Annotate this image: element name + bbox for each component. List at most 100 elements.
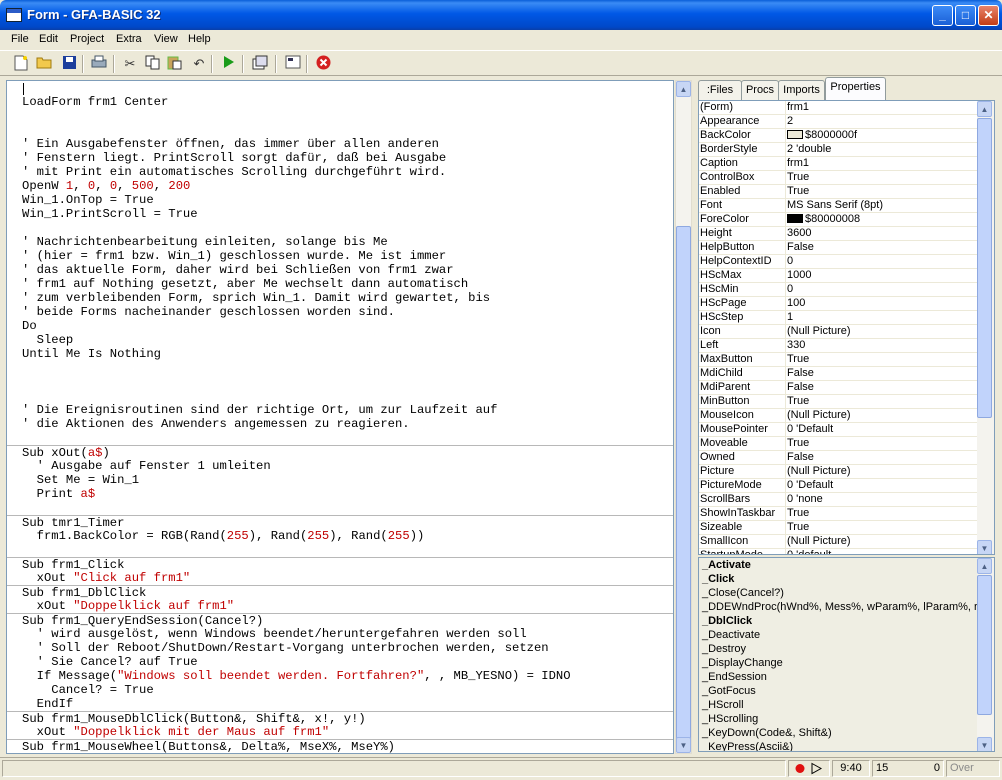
event-item[interactable]: _DblClick: [699, 614, 994, 628]
property-row[interactable]: MinButton True: [699, 395, 994, 409]
properties-scrollbar[interactable]: ▲ ▼: [977, 101, 994, 554]
property-row[interactable]: HelpContextID 0: [699, 255, 994, 269]
open-icon[interactable]: [36, 55, 54, 72]
property-value[interactable]: 0 'none: [785, 493, 975, 507]
menu-project[interactable]: Project: [70, 33, 104, 45]
property-value[interactable]: frm1: [785, 101, 975, 115]
property-row[interactable]: MdiChild False: [699, 367, 994, 381]
event-item[interactable]: _GotFocus: [699, 684, 994, 698]
property-value[interactable]: 2 'double: [785, 143, 975, 157]
property-value[interactable]: True: [785, 171, 975, 185]
property-value[interactable]: True: [785, 185, 975, 199]
event-item[interactable]: _Deactivate: [699, 628, 994, 642]
event-item[interactable]: _EndSession: [699, 670, 994, 684]
property-row[interactable]: SmallIcon (Null Picture): [699, 535, 994, 549]
property-value[interactable]: False: [785, 381, 975, 395]
property-row[interactable]: Font MS Sans Serif (8pt): [699, 199, 994, 213]
property-row[interactable]: StartupMode 0 'default: [699, 549, 994, 554]
property-value[interactable]: (Null Picture): [785, 409, 975, 423]
property-value[interactable]: False: [785, 241, 975, 255]
property-row[interactable]: ControlBox True: [699, 171, 994, 185]
property-value[interactable]: MS Sans Serif (8pt): [785, 199, 975, 213]
property-row[interactable]: HelpButton False: [699, 241, 994, 255]
undo-icon[interactable]: ↶: [190, 55, 208, 72]
property-row[interactable]: ShowInTaskbar True: [699, 507, 994, 521]
scroll-thumb[interactable]: [977, 118, 992, 418]
property-value[interactable]: 1000: [785, 269, 975, 283]
event-item[interactable]: _KeyPress(Ascii&): [699, 740, 994, 751]
property-row[interactable]: Sizeable True: [699, 521, 994, 535]
close-button[interactable]: ✕: [978, 5, 999, 26]
event-item[interactable]: _HScroll: [699, 698, 994, 712]
events-scrollbar[interactable]: ▲ ▼: [977, 558, 994, 751]
property-value[interactable]: 0: [785, 255, 975, 269]
property-row[interactable]: Caption frm1: [699, 157, 994, 171]
scroll-thumb[interactable]: [977, 575, 992, 715]
property-row[interactable]: MaxButton True: [699, 353, 994, 367]
event-item[interactable]: _Click: [699, 572, 994, 586]
scroll-down-icon[interactable]: ▼: [977, 540, 992, 554]
property-row[interactable]: MdiParent False: [699, 381, 994, 395]
menu-view[interactable]: View: [154, 33, 178, 45]
minimize-button[interactable]: _: [932, 5, 953, 26]
tab-imports[interactable]: Imports: [778, 80, 825, 100]
tab-files[interactable]: :Files: [698, 80, 742, 100]
menu-help[interactable]: Help: [188, 33, 211, 45]
tab-procs[interactable]: Procs: [741, 80, 779, 100]
property-value[interactable]: (Null Picture): [785, 325, 975, 339]
property-value[interactable]: 1: [785, 311, 975, 325]
property-row[interactable]: Picture (Null Picture): [699, 465, 994, 479]
code-editor[interactable]: LoadForm frm1 Center ' Ein Ausgabefenster…: [6, 80, 674, 754]
run-icon[interactable]: [220, 55, 238, 72]
property-value[interactable]: True: [785, 395, 975, 409]
property-value[interactable]: 2: [785, 115, 975, 129]
event-item[interactable]: _KeyDown(Code&, Shift&): [699, 726, 994, 740]
scroll-up-icon[interactable]: ▲: [977, 101, 992, 117]
property-value[interactable]: (Null Picture): [785, 535, 975, 549]
property-value[interactable]: 0 'Default: [785, 479, 975, 493]
menu-file[interactable]: File: [11, 33, 29, 45]
property-row[interactable]: HScMin 0: [699, 283, 994, 297]
event-item[interactable]: _DisplayChange: [699, 656, 994, 670]
property-row[interactable]: HScPage 100: [699, 297, 994, 311]
property-value[interactable]: frm1: [785, 157, 975, 171]
event-item[interactable]: _HScrolling: [699, 712, 994, 726]
scroll-up-icon[interactable]: ▲: [676, 81, 691, 97]
property-row[interactable]: Moveable True: [699, 437, 994, 451]
property-value[interactable]: (Null Picture): [785, 465, 975, 479]
property-value[interactable]: 3600: [785, 227, 975, 241]
event-item[interactable]: _Activate: [699, 558, 994, 572]
property-row[interactable]: Owned False: [699, 451, 994, 465]
scroll-up-icon[interactable]: ▲: [977, 558, 992, 574]
property-row[interactable]: HScStep 1: [699, 311, 994, 325]
menu-extra[interactable]: Extra: [116, 33, 142, 45]
properties-icon[interactable]: [284, 55, 302, 72]
property-value[interactable]: $8000000f: [785, 129, 975, 143]
menu-edit[interactable]: Edit: [39, 33, 58, 45]
property-value[interactable]: 0 'Default: [785, 423, 975, 437]
property-row[interactable]: Enabled True: [699, 185, 994, 199]
copy-icon[interactable]: [144, 55, 162, 72]
property-value[interactable]: 0: [785, 283, 975, 297]
event-item[interactable]: _DDEWndProc(hWnd%, Mess%, wParam%, lPara…: [699, 600, 994, 614]
scroll-down-icon[interactable]: ▼: [977, 737, 992, 751]
property-value[interactable]: True: [785, 507, 975, 521]
property-row[interactable]: Height 3600: [699, 227, 994, 241]
form-icon[interactable]: [251, 55, 269, 72]
property-value[interactable]: 100: [785, 297, 975, 311]
property-row[interactable]: Icon (Null Picture): [699, 325, 994, 339]
property-row[interactable]: BackColor $8000000f: [699, 129, 994, 143]
new-icon[interactable]: [12, 55, 30, 72]
scroll-thumb[interactable]: [676, 226, 691, 746]
property-row[interactable]: BorderStyle 2 'double: [699, 143, 994, 157]
property-value[interactable]: 330: [785, 339, 975, 353]
event-item[interactable]: _Destroy: [699, 642, 994, 656]
property-row[interactable]: Appearance 2: [699, 115, 994, 129]
property-row[interactable]: MouseIcon (Null Picture): [699, 409, 994, 423]
event-item[interactable]: _Close(Cancel?): [699, 586, 994, 600]
property-row[interactable]: ScrollBars 0 'none: [699, 493, 994, 507]
cut-icon[interactable]: ✂: [121, 55, 139, 72]
property-row[interactable]: HScMax 1000: [699, 269, 994, 283]
property-value[interactable]: True: [785, 437, 975, 451]
property-row[interactable]: PictureMode 0 'Default: [699, 479, 994, 493]
